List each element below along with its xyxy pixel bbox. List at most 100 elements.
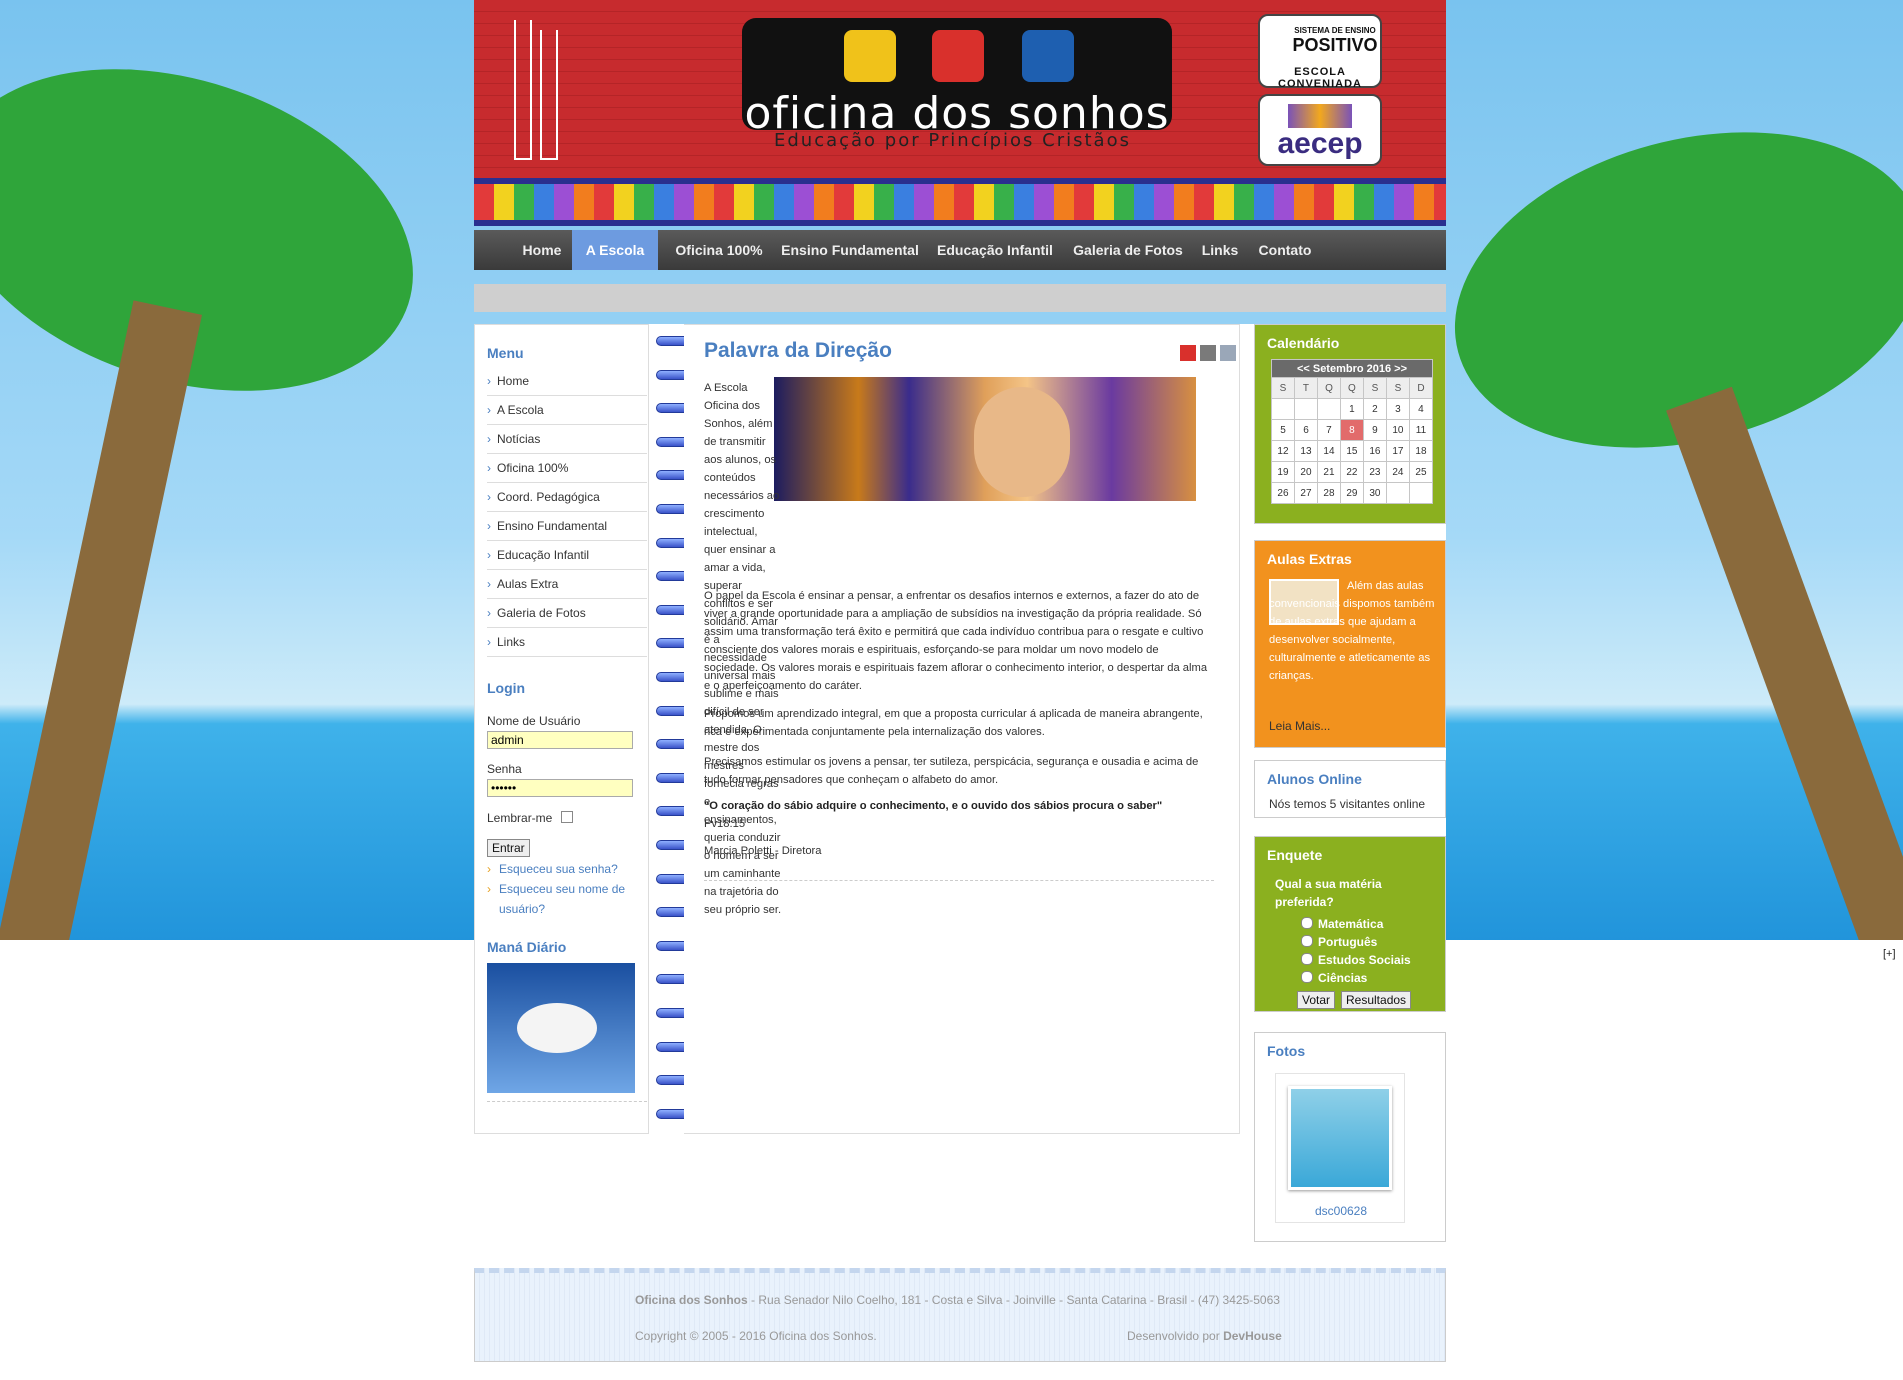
calendar-day[interactable]: 4 (1408, 398, 1434, 420)
aulas-extras-module: Aulas Extras Além das aulas convencionai… (1254, 540, 1446, 748)
calendar-days: 1 2 3 4 5 6 7 8 9 10 11 12 13 14 15 16 17 18 19 20 21 22 23 24 2… (1271, 398, 1434, 504)
main-nav: Home A Escola Oficina 100% Ensino Fundam… (474, 230, 1446, 270)
calendar-day[interactable]: 11 (1408, 419, 1434, 441)
nav-contato[interactable]: Contato (1254, 230, 1316, 270)
calendar-day[interactable]: 1 (1339, 398, 1364, 420)
calendar-day[interactable]: 16 (1362, 440, 1387, 462)
menu-item-ensino-fundamental[interactable]: Ensino Fundamental (487, 512, 647, 541)
expand-toggle[interactable]: [+] (1883, 948, 1896, 960)
calendar-day[interactable]: 10 (1385, 419, 1410, 441)
nav-educacao-infantil[interactable]: Educação Infantil (934, 230, 1056, 270)
calendar-day[interactable]: 25 (1408, 461, 1434, 483)
site-logo[interactable]: oficina dos sonhos (742, 18, 1172, 139)
calendar-day (1271, 398, 1295, 420)
calendar-day (1316, 398, 1341, 420)
aecep-figures-icon (1288, 104, 1352, 128)
book-icon (844, 30, 896, 82)
calendar-day[interactable]: 20 (1293, 461, 1318, 483)
pdf-icon[interactable] (1180, 345, 1196, 361)
nav-ensino-fundamental[interactable]: Ensino Fundamental (780, 230, 920, 270)
menu-item-oficina[interactable]: Oficina 100% (487, 454, 647, 483)
calendar-day[interactable]: 28 (1316, 482, 1341, 504)
poll-option-matematica[interactable]: Matemática (1301, 917, 1383, 931)
calendar-day[interactable]: 7 (1316, 419, 1341, 441)
article: Palavra da Direção A Escola Oficina dos … (684, 324, 1240, 1134)
gray-bar (474, 284, 1446, 312)
calendar-day[interactable]: 8 (1339, 419, 1364, 441)
books-icon (1022, 30, 1074, 82)
article-title: Palavra da Direção (704, 339, 892, 362)
poll-option-ciencias[interactable]: Ciências (1301, 971, 1367, 985)
dove-image[interactable] (487, 963, 635, 1093)
calendar-month-nav[interactable]: << Setembro 2016 >> (1271, 359, 1433, 378)
calendar-day[interactable]: 15 (1339, 440, 1364, 462)
content-area: Menu Home A Escola Notícias Oficina 100%… (474, 324, 1446, 1242)
calendar-day[interactable]: 18 (1408, 440, 1434, 462)
poll-option-portugues[interactable]: Português (1301, 935, 1377, 949)
calendar-day[interactable]: 12 (1271, 440, 1295, 462)
menu-item-galeria[interactable]: Galeria de Fotos (487, 599, 647, 628)
username-input[interactable] (487, 731, 633, 749)
nav-home[interactable]: Home (514, 230, 570, 270)
footer-copyright: Copyright © 2005 - 2016 Oficina dos Sonh… (635, 1329, 877, 1343)
children-icon (932, 30, 984, 82)
palm-trunk-left (0, 300, 203, 978)
article-signature: Marcia Poletti - Diretora (704, 845, 822, 857)
login-button[interactable]: Entrar (487, 839, 530, 857)
password-label: Senha (487, 762, 522, 776)
children-photo (774, 377, 1196, 501)
calendar-day[interactable]: 9 (1362, 419, 1387, 441)
menu-item-noticias[interactable]: Notícias (487, 425, 647, 454)
calendar-day[interactable]: 13 (1293, 440, 1318, 462)
calendar-day[interactable]: 27 (1293, 482, 1318, 504)
menu-item-coord[interactable]: Coord. Pedagógica (487, 483, 647, 512)
calendar-day[interactable]: 26 (1271, 482, 1295, 504)
nav-galeria-fotos[interactable]: Galeria de Fotos (1070, 230, 1186, 270)
calendar-day[interactable]: 24 (1385, 461, 1410, 483)
calendar-day[interactable]: 19 (1271, 461, 1295, 483)
calendar-day[interactable]: 14 (1316, 440, 1341, 462)
footer-dev-link[interactable]: DevHouse (1223, 1329, 1282, 1343)
forgot-password-link[interactable]: Esqueceu sua senha? (487, 859, 639, 879)
online-text: Nós temos 5 visitantes online (1269, 797, 1426, 811)
calendar-day[interactable]: 30 (1362, 482, 1387, 504)
menu-item-links[interactable]: Links (487, 628, 647, 657)
results-button[interactable]: Resultados (1341, 991, 1412, 1009)
email-icon[interactable] (1220, 345, 1236, 361)
calendar-day[interactable]: 22 (1339, 461, 1364, 483)
poll-option-estudos-sociais[interactable]: Estudos Sociais (1301, 953, 1411, 967)
gallery-photo[interactable] (1288, 1086, 1392, 1190)
aulas-more-link[interactable]: Leia Mais... (1269, 719, 1330, 733)
username-label: Nome de Usuário (487, 714, 581, 728)
calendar-day[interactable]: 6 (1293, 419, 1318, 441)
nav-oficina[interactable]: Oficina 100% (672, 230, 766, 270)
gallery-caption[interactable]: dsc00628 (1276, 1204, 1406, 1218)
calendar-day[interactable]: 17 (1385, 440, 1410, 462)
calendar-day[interactable]: 2 (1362, 398, 1387, 420)
menu-item-educacao-infantil[interactable]: Educação Infantil (487, 541, 647, 570)
nav-a-escola[interactable]: A Escola (572, 230, 658, 270)
calendar-day[interactable]: 23 (1362, 461, 1387, 483)
calendar-day[interactable]: 3 (1385, 398, 1410, 420)
calendar-day (1408, 482, 1434, 504)
vote-button[interactable]: Votar (1297, 991, 1336, 1009)
remember-checkbox[interactable] (561, 811, 573, 823)
menu-item-aulas-extra[interactable]: Aulas Extra (487, 570, 647, 599)
menu-item-home[interactable]: Home (487, 367, 647, 396)
password-input[interactable] (487, 779, 633, 797)
fotos-title: Fotos (1267, 1043, 1306, 1059)
calendar-day[interactable]: 21 (1316, 461, 1341, 483)
aecep-badge[interactable]: aecep (1258, 94, 1382, 166)
nav-links[interactable]: Links (1198, 230, 1242, 270)
forgot-username-link[interactable]: Esqueceu seu nome de usuário? (487, 879, 639, 919)
footer-dev-label: Desenvolvido por (1127, 1329, 1224, 1343)
mana-title: Maná Diário (487, 939, 567, 955)
pencil-icon (540, 30, 558, 160)
calendar-day[interactable]: 29 (1339, 482, 1364, 504)
positivo-badge[interactable]: SISTEMA DE ENSINO POSITIVO ESCOLA CONVEN… (1258, 14, 1382, 90)
menu-item-a-escola[interactable]: A Escola (487, 396, 647, 425)
print-icon[interactable] (1200, 345, 1216, 361)
pencil-icon (514, 20, 532, 160)
poll-title: Enquete (1267, 847, 1323, 863)
calendar-day[interactable]: 5 (1271, 419, 1295, 441)
